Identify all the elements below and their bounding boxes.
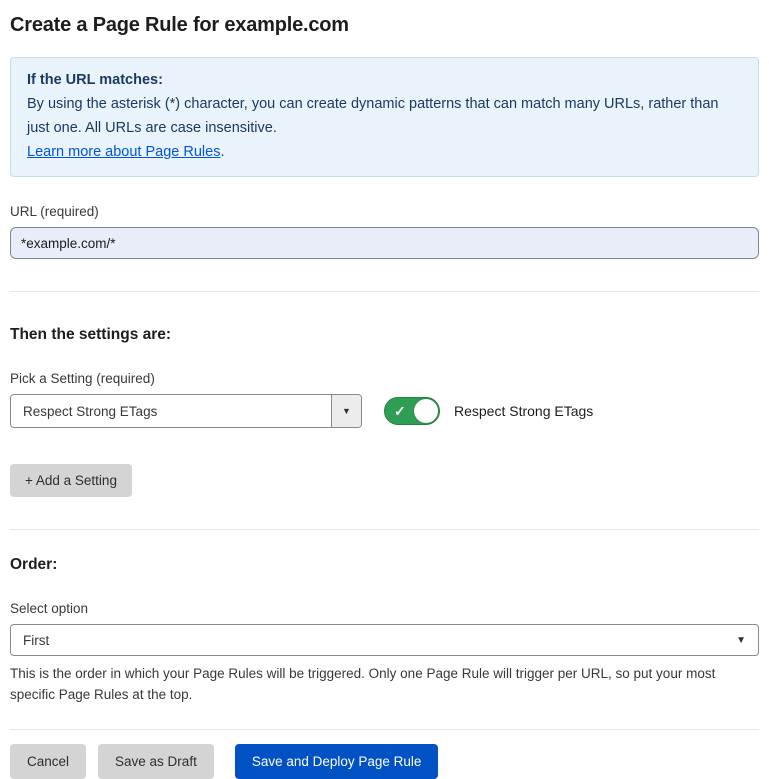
order-help-text: This is the order in which your Page Rul… [10,663,755,705]
learn-more-link[interactable]: Learn more about Page Rules [27,144,220,160]
toggle-label: Respect Strong ETags [454,403,593,419]
setting-picker-label: Pick a Setting (required) [10,371,759,386]
setting-select[interactable]: Respect Strong ETags ▼ [10,394,362,428]
divider [10,529,759,530]
info-box-body: By using the asterisk (*) character, you… [27,92,742,140]
url-field-label: URL (required) [10,204,759,219]
chevron-down-icon: ▼ [736,635,746,646]
url-match-info-box: If the URL matches: By using the asteris… [10,57,759,177]
divider [10,291,759,292]
link-suffix: . [220,144,224,160]
info-box-link-line: Learn more about Page Rules. [27,140,742,164]
setting-select-value: Respect Strong ETags [11,395,331,427]
settings-section-heading: Then the settings are: [10,326,759,344]
save-draft-button[interactable]: Save as Draft [98,744,214,779]
order-select-label: Select option [10,601,759,616]
cancel-button[interactable]: Cancel [10,744,86,779]
info-box-heading: If the URL matches: [27,68,742,92]
toggle-knob [414,399,438,423]
divider [10,729,759,730]
chevron-down-icon[interactable]: ▼ [331,395,361,427]
order-select[interactable]: First ▼ [10,624,759,656]
page-rule-form: Create a Page Rule for example.com If th… [0,14,769,779]
url-input[interactable] [10,227,759,259]
save-deploy-button[interactable]: Save and Deploy Page Rule [235,744,439,779]
order-select-value: First [23,633,49,648]
check-icon: ✓ [394,404,406,418]
order-section-heading: Order: [10,556,759,574]
footer-actions: Cancel Save as Draft Save and Deploy Pag… [10,744,759,779]
respect-strong-etags-toggle[interactable]: ✓ [384,397,440,425]
setting-row: Respect Strong ETags ▼ ✓ Respect Strong … [10,394,759,428]
page-title: Create a Page Rule for example.com [10,14,759,37]
add-setting-button[interactable]: + Add a Setting [10,464,132,497]
